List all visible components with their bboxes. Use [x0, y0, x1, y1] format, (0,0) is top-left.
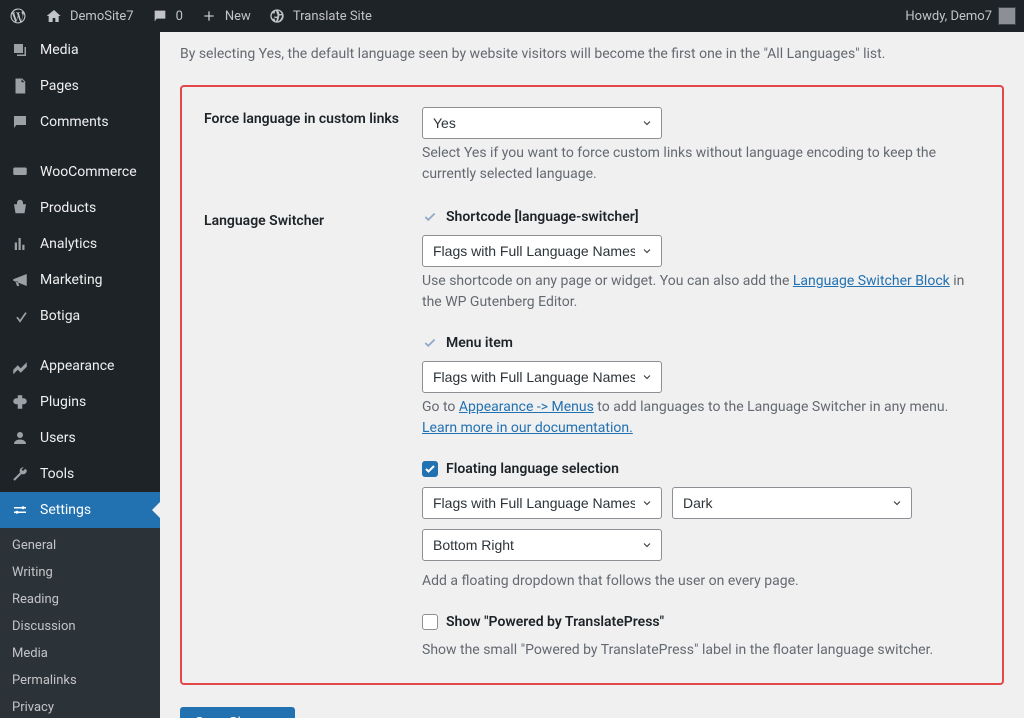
menu-item-block: Menu item Flags with Full Language Names… [422, 335, 980, 439]
shortcode-style-select[interactable]: Flags with Full Language Names [422, 235, 662, 267]
avatar [998, 7, 1016, 25]
marketing-icon [10, 270, 30, 290]
translate-label: Translate Site [293, 9, 372, 24]
sidebar-item-users[interactable]: Users [0, 420, 160, 456]
wordpress-icon [8, 6, 28, 26]
submenu-general[interactable]: General [0, 532, 160, 559]
sidebar-item-tools[interactable]: Tools [0, 456, 160, 492]
submenu-writing[interactable]: Writing [0, 559, 160, 586]
plugins-icon [10, 392, 30, 412]
translate-icon [267, 6, 287, 26]
sidebar-item-settings[interactable]: Settings [0, 492, 160, 528]
howdy-text: Howdy, Demo7 [905, 9, 992, 24]
comment-icon [150, 6, 170, 26]
plus-icon [199, 6, 219, 26]
powered-by-checkbox[interactable] [422, 614, 438, 630]
new-content-link[interactable]: New [199, 6, 251, 26]
language-switcher-row: Language Switcher Shortcode [language-sw… [204, 209, 980, 661]
shortcode-title: Shortcode [language-switcher] [446, 209, 639, 225]
users-icon [10, 428, 30, 448]
woocommerce-icon [10, 162, 30, 182]
sidebar-item-botiga[interactable]: Botiga [0, 298, 160, 334]
new-label: New [225, 9, 251, 24]
comments-count: 0 [176, 9, 183, 24]
submenu-media[interactable]: Media [0, 640, 160, 667]
site-name-link[interactable]: DemoSite7 [44, 6, 134, 26]
admin-bar: DemoSite7 0 New Translate Site Howdy, De… [0, 0, 1024, 32]
shortcode-desc: Use shortcode on any page or widget. You… [422, 271, 980, 313]
menu-item-title: Menu item [446, 335, 513, 351]
tools-icon [10, 464, 30, 484]
save-changes-button[interactable]: Save Changes [180, 707, 295, 718]
submenu-privacy[interactable]: Privacy [0, 694, 160, 718]
sidebar-item-woocommerce[interactable]: WooCommerce [0, 154, 160, 190]
floating-title: Floating language selection [446, 461, 619, 477]
floating-checkbox[interactable] [422, 461, 438, 477]
site-name: DemoSite7 [70, 9, 134, 24]
sidebar-item-analytics[interactable]: Analytics [0, 226, 160, 262]
sidebar-item-plugins[interactable]: Plugins [0, 384, 160, 420]
sidebar-item-appearance[interactable]: Appearance [0, 348, 160, 384]
force-language-select[interactable]: Yes [422, 107, 662, 139]
settings-submenu: General Writing Reading Discussion Media… [0, 528, 160, 718]
appearance-icon [10, 356, 30, 376]
force-language-label: Force language in custom links [204, 107, 422, 127]
check-icon [422, 335, 438, 351]
submenu-discussion[interactable]: Discussion [0, 613, 160, 640]
floating-position-select[interactable]: Bottom Right [422, 529, 662, 561]
my-account-link[interactable]: Howdy, Demo7 [905, 7, 1016, 25]
shortcode-block: Shortcode [language-switcher] Flags with… [422, 209, 980, 313]
learn-more-link[interactable]: Learn more in our documentation. [422, 420, 633, 436]
products-icon [10, 198, 30, 218]
intro-text: By selecting Yes, the default language s… [180, 44, 1004, 65]
language-switcher-panel: Force language in custom links Yes Selec… [180, 85, 1004, 685]
admin-sidebar: Media Pages Comments WooCommerce Product… [0, 32, 160, 718]
content-area: By selecting Yes, the default language s… [160, 32, 1024, 718]
floating-theme-select[interactable]: Dark [672, 487, 912, 519]
submenu-permalinks[interactable]: Permalinks [0, 667, 160, 694]
powered-by-desc: Show the small "Powered by TranslatePres… [422, 640, 980, 661]
language-switcher-label: Language Switcher [204, 209, 422, 229]
submenu-reading[interactable]: Reading [0, 586, 160, 613]
sidebar-item-comments[interactable]: Comments [0, 104, 160, 140]
force-language-row: Force language in custom links Yes Selec… [204, 107, 980, 185]
floating-desc: Add a floating dropdown that follows the… [422, 571, 980, 592]
comments-link[interactable]: 0 [150, 6, 183, 26]
floating-block: Floating language selection Flags with F… [422, 461, 980, 592]
powered-by-title: Show "Powered by TranslatePress" [446, 614, 664, 630]
sidebar-item-media[interactable]: Media [0, 32, 160, 68]
force-language-desc: Select Yes if you want to force custom l… [422, 143, 980, 185]
menu-separator [0, 144, 160, 150]
sidebar-item-products[interactable]: Products [0, 190, 160, 226]
floating-style-select[interactable]: Flags with Full Language Names [422, 487, 662, 519]
settings-icon [10, 500, 30, 520]
menu-item-desc: Go to Appearance -> Menus to add languag… [422, 397, 980, 439]
appearance-menus-link[interactable]: Appearance -> Menus [459, 399, 594, 415]
pages-icon [10, 76, 30, 96]
sidebar-item-marketing[interactable]: Marketing [0, 262, 160, 298]
powered-by-block: Show "Powered by TranslatePress" Show th… [422, 614, 980, 661]
home-icon [44, 6, 64, 26]
botiga-icon [10, 306, 30, 326]
menu-separator [0, 338, 160, 344]
translate-site-link[interactable]: Translate Site [267, 6, 372, 26]
sidebar-item-pages[interactable]: Pages [0, 68, 160, 104]
switcher-block-link[interactable]: Language Switcher Block [793, 273, 950, 289]
wp-logo[interactable] [8, 6, 28, 26]
menu-style-select[interactable]: Flags with Full Language Names [422, 361, 662, 393]
comments-icon [10, 112, 30, 132]
analytics-icon [10, 234, 30, 254]
media-icon [10, 40, 30, 60]
check-icon [422, 209, 438, 225]
